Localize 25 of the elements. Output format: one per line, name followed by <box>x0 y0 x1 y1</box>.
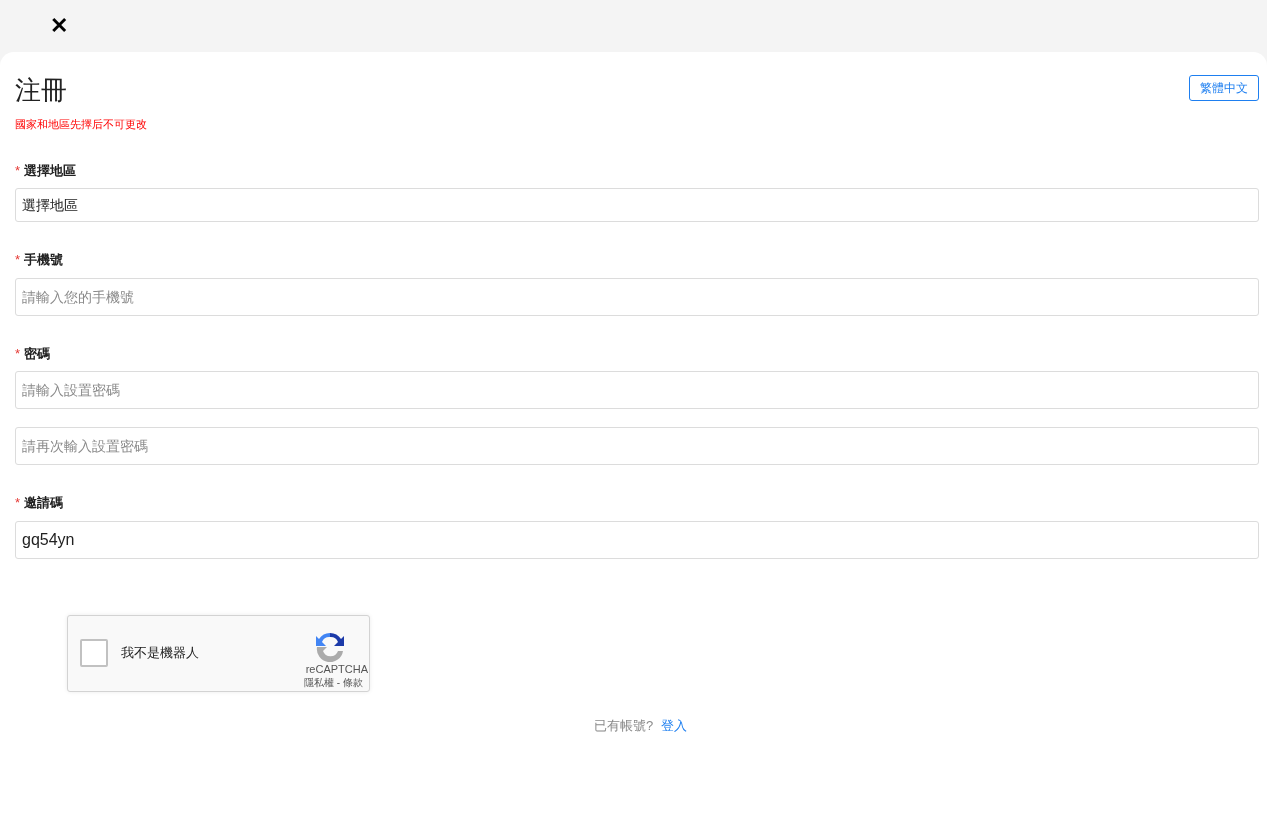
field-label: 邀請碼 <box>24 494 64 512</box>
required-asterisk: * <box>15 251 21 269</box>
page-title: 注冊 <box>15 74 67 107</box>
notice-text: 國家和地區先擇后不可更改 <box>15 117 148 132</box>
privacy-link[interactable]: 隱私權 <box>303 675 334 690</box>
input-field[interactable]: 請輸入您的手機號 <box>15 277 1259 316</box>
login-link[interactable]: 登入 <box>661 715 688 735</box>
language-button[interactable]: 繁體中文 <box>1189 75 1259 101</box>
terms-link[interactable]: 條款 <box>343 675 363 690</box>
link-separator: - <box>336 675 340 690</box>
region-select[interactable]: 選擇地區 <box>15 188 1259 222</box>
required-asterisk: * <box>15 161 21 180</box>
account-prompt: 已有帳號? <box>593 716 654 735</box>
input-field[interactable]: gq54yn <box>15 520 1259 559</box>
captcha-checkbox[interactable] <box>80 639 108 667</box>
recaptcha-brand: reCAPTCHA <box>305 661 368 676</box>
input-field[interactable]: 請再次輸入設置密碼 <box>15 427 1259 465</box>
field-label: 選擇地區 <box>24 161 77 180</box>
required-asterisk: * <box>15 344 21 363</box>
field-label: 密碼 <box>24 344 51 363</box>
captcha-label: 我不是機器人 <box>121 644 200 663</box>
input-field[interactable]: 請輸入設置密碼 <box>15 371 1259 409</box>
close-button[interactable]: ✕ <box>50 15 68 37</box>
required-asterisk: * <box>15 494 21 512</box>
field-label: 手機號 <box>24 251 64 269</box>
